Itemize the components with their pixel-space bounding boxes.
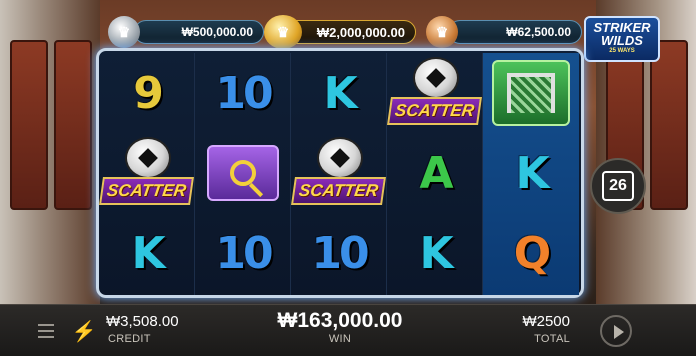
silver-medal-icon: ♛	[108, 16, 140, 48]
magnifier-icon	[230, 160, 256, 186]
reel-3: K SCATTER 10	[291, 53, 387, 295]
symbol-cell: 10	[195, 213, 291, 293]
locker	[54, 40, 92, 210]
bronze-medal-icon: ♛	[426, 16, 458, 48]
reel-1: 9 SCATTER K	[99, 53, 195, 295]
reel-5: K Q	[483, 53, 579, 295]
ways-counter: 26	[590, 158, 646, 214]
credit-value: ₩3,508.00	[106, 313, 179, 330]
jackpot-bar: ₩500,000.00 ♛ ₩2,000,000.00 ♛ ₩62,500.00…	[108, 15, 582, 50]
goal-net-icon	[507, 73, 555, 113]
symbol-cell: 10	[291, 213, 387, 293]
symbol-cell: SCATTER	[99, 133, 195, 213]
scatter-label: SCATTER	[387, 97, 483, 125]
soccer-ball-icon	[125, 137, 171, 179]
symbol-cell: SCATTER	[387, 53, 483, 133]
symbol-10: 10	[311, 227, 369, 279]
total-label: TOTAL	[534, 333, 570, 345]
symbol-cell: SCATTER	[291, 133, 387, 213]
scatter-label: SCATTER	[291, 177, 387, 205]
symbol-cell	[195, 133, 291, 213]
symbol-cell: K	[483, 133, 579, 213]
logo-ways: 25 WAYS	[609, 48, 635, 54]
symbol-a: A	[419, 147, 453, 199]
gold-medal-icon: ♛	[264, 15, 302, 49]
symbol-cell: K	[99, 213, 195, 293]
symbol-q: Q	[513, 227, 551, 279]
symbol-cell: Q	[483, 213, 579, 293]
symbol-k: K	[515, 147, 549, 199]
newspaper-magnifier-symbol	[207, 145, 279, 201]
game-background: ₩500,000.00 ♛ ₩2,000,000.00 ♛ ₩62,500.00…	[0, 0, 696, 356]
soccer-ball-icon	[317, 137, 363, 179]
reel-grid[interactable]: 9 SCATTER K 10 10 K SCATTER 10 SCATTER A	[96, 48, 584, 298]
symbol-cell	[483, 53, 579, 133]
scatter-symbol: SCATTER	[291, 135, 387, 211]
menu-icon[interactable]	[32, 317, 60, 345]
reel-4: SCATTER A K	[387, 53, 483, 295]
locker	[650, 40, 688, 210]
symbol-k: K	[131, 227, 165, 279]
ways-count: 26	[602, 171, 634, 201]
symbol-cell: 10	[195, 53, 291, 133]
symbol-10: 10	[215, 67, 273, 119]
control-bar: ⚡ ₩3,508.00 CREDIT ₩163,000.00 WIN ₩2500…	[0, 304, 696, 356]
logo-line2: WILDS	[601, 33, 643, 48]
symbol-k: K	[419, 227, 453, 279]
locker	[10, 40, 48, 210]
goal-net-symbol	[492, 60, 570, 126]
total-bet-value[interactable]: ₩2500	[520, 313, 570, 330]
scatter-symbol: SCATTER	[99, 135, 195, 211]
symbol-cell: K	[291, 53, 387, 133]
bronze-jackpot-value: ₩62,500.00	[448, 20, 582, 44]
silver-jackpot-value: ₩500,000.00	[134, 20, 264, 44]
symbol-10: 10	[215, 227, 273, 279]
locker-room-left	[0, 0, 100, 310]
symbol-k: K	[323, 67, 357, 119]
credit-label: CREDIT	[108, 333, 151, 345]
game-logo: STRIKER WILDS 25 WAYS	[584, 16, 660, 62]
win-label: WIN	[328, 333, 352, 345]
reel-2: 10 10	[195, 53, 291, 295]
play-icon[interactable]	[600, 315, 632, 347]
scatter-label: SCATTER	[99, 177, 195, 205]
symbol-cell: 9	[99, 53, 195, 133]
bolt-icon[interactable]: ⚡	[70, 317, 98, 345]
symbol-9: 9	[133, 67, 164, 119]
symbol-cell: K	[387, 213, 483, 293]
symbol-cell: A	[387, 133, 483, 213]
win-value: ₩163,000.00	[277, 309, 403, 332]
scatter-symbol: SCATTER	[387, 55, 483, 131]
gold-jackpot-value: ₩2,000,000.00	[284, 20, 416, 44]
soccer-ball-icon	[413, 57, 459, 99]
